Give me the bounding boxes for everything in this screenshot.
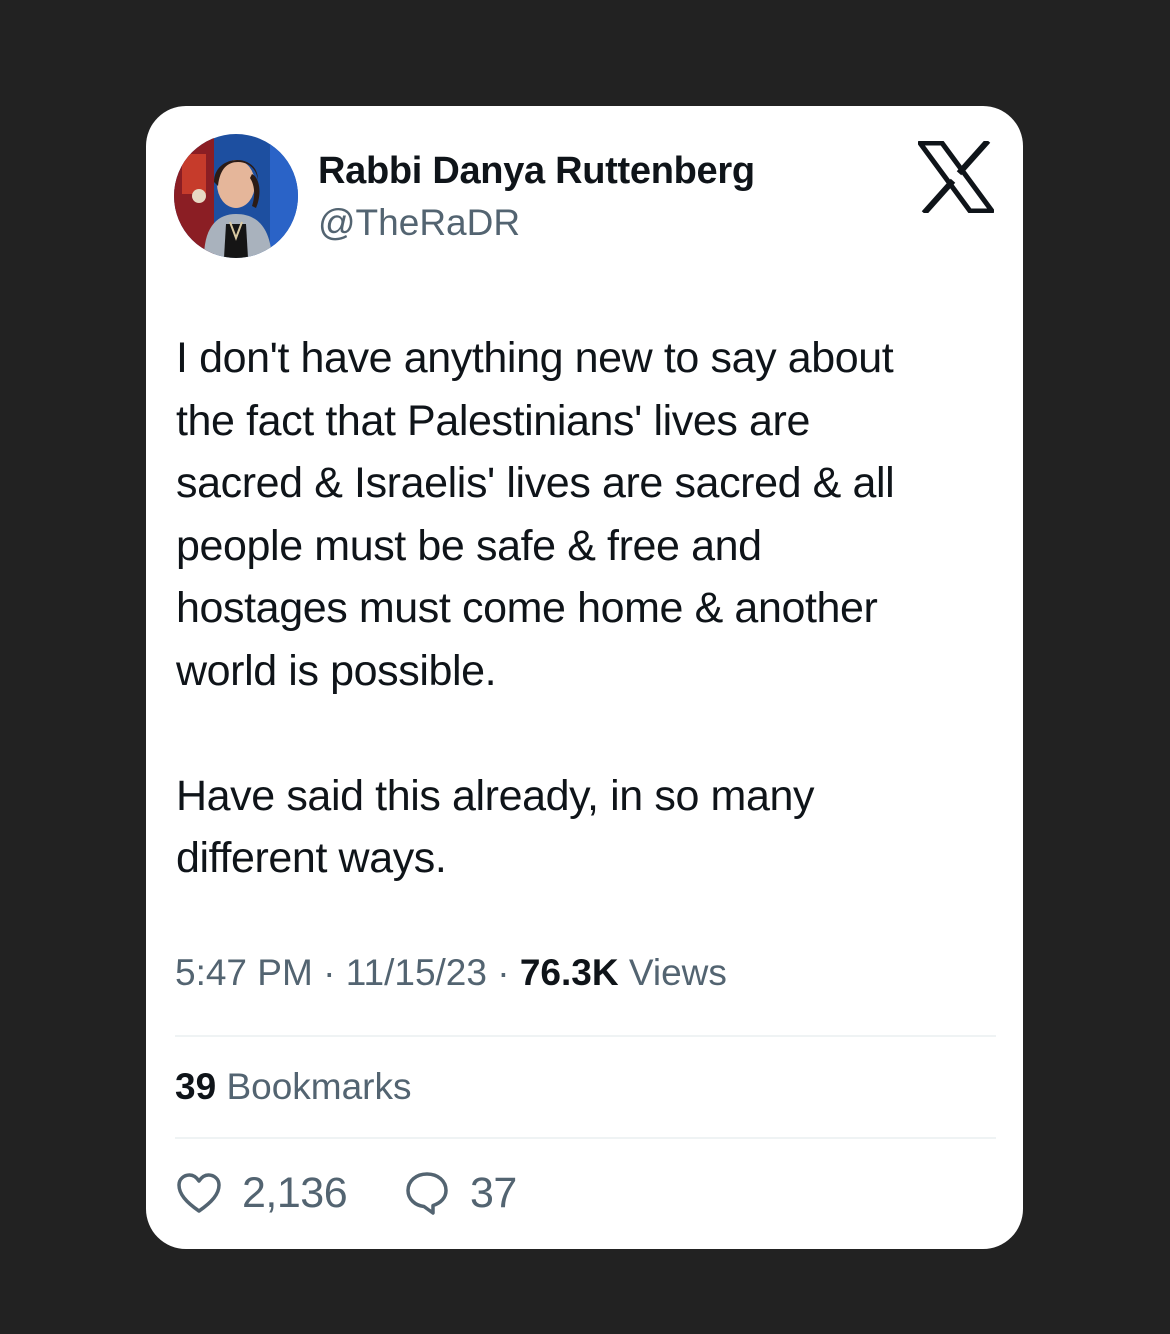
reply-button[interactable]: 37 [404, 1169, 517, 1217]
avatar-photo [174, 134, 298, 258]
reply-count: 37 [470, 1168, 517, 1217]
bookmarks-stat[interactable]: 39 Bookmarks [175, 1066, 412, 1108]
bookmarks-label: Bookmarks [226, 1066, 412, 1107]
meta-separator: · [497, 952, 510, 993]
tweet-text-line: the fact that Palestinians' lives are [176, 396, 810, 445]
author-display-name[interactable]: Rabbi Danya Ruttenberg [318, 150, 755, 193]
like-count: 2,136 [242, 1168, 348, 1217]
tweet-date[interactable]: 11/15/23 [346, 952, 487, 993]
avatar[interactable] [174, 134, 298, 258]
tweet-text-line: hostages must come home & another [176, 584, 878, 632]
tweet-text-line: world is possible. [176, 646, 497, 695]
views-count: 76.3K [519, 952, 619, 993]
divider [175, 1137, 996, 1139]
views-label: Views [628, 952, 727, 993]
tweet-card: Rabbi Danya Ruttenberg @TheRaDR I don't … [146, 106, 1023, 1249]
like-button[interactable]: 2,136 [176, 1168, 348, 1217]
divider [175, 1035, 996, 1037]
tweet-text-line: sacred & Israelis' lives are sacred & al… [176, 459, 895, 507]
x-logo-icon [918, 141, 994, 213]
tweet-text-line: different ways. [176, 834, 447, 882]
author-handle[interactable]: @TheRaDR [318, 202, 520, 244]
tweet-time[interactable]: 5:47 PM [175, 952, 313, 993]
tweet-text-line: I don't have anything new to say about [176, 334, 894, 382]
tweet-meta: 5:47 PM · 11/15/23 · 76.3K Views [175, 952, 727, 994]
tweet-text: I don't have anything new to say about t… [176, 327, 996, 890]
tweet-text-line: people must be safe & free and [176, 521, 762, 570]
meta-separator: · [323, 952, 336, 993]
heart-icon [176, 1170, 222, 1216]
bookmarks-count: 39 [175, 1066, 217, 1107]
tweet-text-line: Have said this already, in so many [176, 771, 815, 820]
reply-bubble-icon [404, 1170, 450, 1216]
